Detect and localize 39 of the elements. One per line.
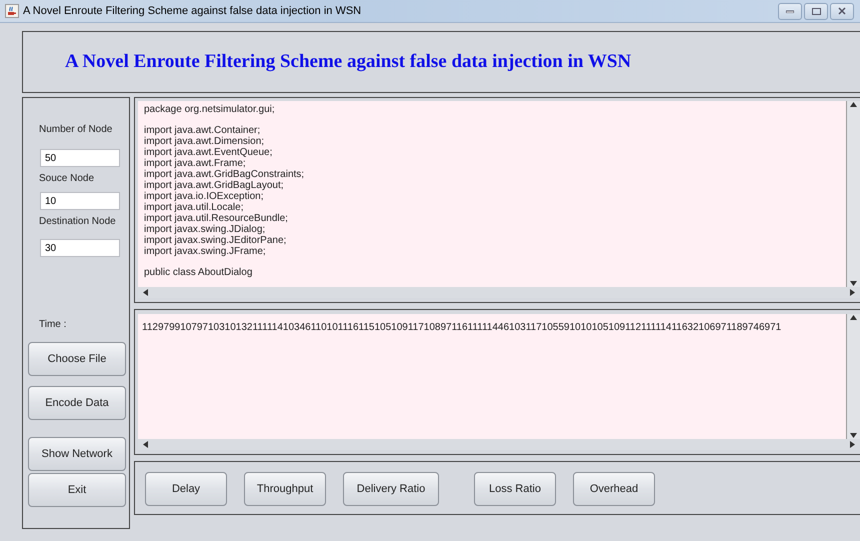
window-title: A Novel Enroute Filtering Scheme against false data injection in WSN: [23, 5, 362, 17]
null[interactable]: Exit: [28, 473, 126, 507]
maximize-button[interactable]: [804, 2, 828, 20]
arrow-left-icon[interactable]: [142, 289, 149, 296]
null[interactable]: Delay: [145, 472, 227, 506]
coffee-cup-icon: [5, 4, 19, 18]
null[interactable]: Encode Data: [28, 386, 126, 420]
null[interactable]: Loss Ratio: [474, 472, 556, 506]
arrow-up-icon[interactable]: [850, 101, 857, 108]
close-icon: [838, 7, 846, 15]
vertical-scrollbar[interactable]: [846, 314, 860, 439]
field-label: Destination Node: [39, 216, 117, 227]
number-field[interactable]: 30: [40, 239, 120, 257]
null[interactable]: Delivery Ratio: [343, 472, 439, 506]
code-text: public class AboutDialog: [144, 267, 254, 278]
maximize-icon: [812, 8, 820, 14]
close-button[interactable]: [830, 2, 854, 20]
minimize-icon: [786, 9, 794, 13]
minimize-button[interactable]: [778, 2, 802, 20]
code-text: import java.awt.Container; import java.awt.Dimension; import java.awt.EventQueue; import java.awt.Frame; import java.awt.GridBagConstraints; import java.awt.GridBagLayout; import java.io.IOException; import java.util.Locale; import java.util.ResourceBundle; import javax.swing.JDialog; import javax.swing.JEditorPane; import javax.swing.JFrame;: [144, 125, 306, 257]
field-label: Number of Node: [39, 124, 114, 135]
arrow-up-icon[interactable]: [850, 314, 857, 321]
arrow-down-icon[interactable]: [850, 280, 857, 287]
null[interactable]: Overhead: [573, 472, 655, 506]
code-text: package org.netsimulator.gui;: [144, 104, 276, 115]
field-label: Souce Node: [39, 173, 96, 184]
null[interactable]: Throughput: [244, 472, 326, 506]
arrow-right-icon[interactable]: [849, 289, 856, 296]
null[interactable]: Show Network: [28, 437, 126, 471]
arrow-down-icon[interactable]: [850, 432, 857, 439]
number-field[interactable]: 50: [40, 149, 120, 167]
arrow-left-icon[interactable]: [142, 441, 149, 448]
app-heading: A Novel Enroute Filtering Scheme against false data injection in WSN: [22, 31, 860, 93]
encoded-data-text: 1129799107971031013211111410346110101116115105109117108971161111144610311710559101010510911211111411632106971189746971: [141, 321, 782, 335]
time-label: Time :: [39, 319, 68, 330]
arrow-right-icon[interactable]: [849, 441, 856, 448]
vertical-scrollbar[interactable]: [846, 101, 860, 287]
number-field[interactable]: 10: [40, 192, 120, 210]
null[interactable]: Choose File: [28, 342, 126, 376]
